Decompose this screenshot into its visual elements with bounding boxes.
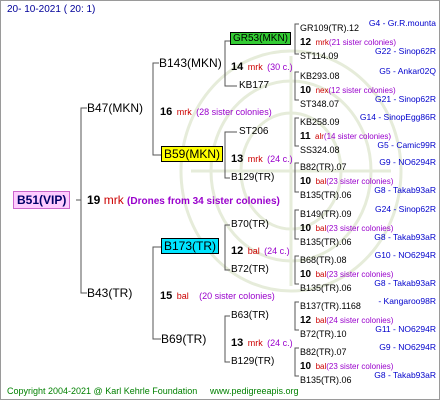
gen4-queen-name: B135(TR).06	[300, 375, 352, 385]
gen3-queen-5[interactable]: B70(TR)	[231, 220, 269, 230]
gen2-queen-2[interactable]: B59(MKN)	[161, 146, 224, 162]
gen4-queen[interactable]: SS324.08 G5 - Camic99R	[300, 141, 438, 157]
gen4-queen[interactable]: B72(TR).10 G11 - NO6294R	[300, 325, 438, 341]
gen4-queen-name: GR109(TR).12	[300, 23, 360, 33]
gen4-queen-origin: G8 - Takab93aR	[374, 370, 436, 380]
gen4-queen-name: B135(TR).06	[300, 190, 352, 200]
gen4-queen-origin: G4 - Gr.R.mounta	[368, 18, 436, 28]
gen3-queen-8[interactable]: B129(TR)	[231, 357, 274, 367]
gen1-drone-info-2: 15 bal (20 sister colonies)	[160, 290, 275, 302]
root-queen-name: B51(VIP)	[13, 191, 71, 209]
drone-breed: bal	[315, 224, 327, 233]
gen3-queen-6[interactable]: B72(TR)	[231, 265, 269, 275]
gen4-queen-name: KB293.08	[300, 71, 340, 81]
gen4-queen-name: B135(TR).06	[300, 283, 352, 293]
gen3-queen-1[interactable]: GR53(MKN)	[230, 32, 292, 45]
gen4-queen-origin: G9 - NO6294R	[379, 157, 436, 167]
gen4-queen-origin: G10 - NO6294R	[374, 250, 436, 260]
gen4-queen-origin: G5 - Ankar02Q	[379, 66, 436, 76]
gen3-queen-3[interactable]: ST206	[239, 127, 268, 137]
gen2-drone-info-2: 13 mrk (24 c.)	[231, 153, 293, 165]
gen4-queen-origin: G22 - Sinop62R	[375, 46, 436, 56]
gen4-queen-name: ST114.09	[300, 51, 339, 61]
gen4-queen-origin: G21 - Sinop62R	[375, 94, 436, 104]
gen4-queen[interactable]: B135(TR).06 G8 - Takab93aR	[300, 186, 438, 202]
drone-breed: alr	[315, 132, 324, 141]
gen2-drone-info-4: 13 mrk (24 c.)	[231, 337, 293, 349]
gen4-queen-name: B149(TR).09	[300, 209, 352, 219]
gen4-queen-origin: G11 - NO6294R	[375, 324, 436, 334]
gen2-queen-1[interactable]: B143(MKN)	[159, 57, 222, 69]
gen2-queen-3[interactable]: B173(TR)	[161, 238, 220, 254]
gen3-queen-2[interactable]: KB177	[239, 81, 269, 91]
gen4-queen-origin: G8 - Takab93aR	[374, 232, 436, 242]
gen4-queen-name: ST348.07	[300, 99, 340, 109]
pedigree-frame: 20- 10-2021 ( 20: 1) B51(VIP) 19 mrk (Dr…	[0, 0, 440, 400]
gen4-queen-origin: G8 - Takab93aR	[374, 278, 436, 288]
gen1-queen-1[interactable]: B47(MKN)	[87, 102, 143, 114]
gen2-queen-4[interactable]: B69(TR)	[161, 333, 206, 345]
gen4-queen-name: B135(TR).06	[300, 237, 352, 247]
drone-breed: mrk	[315, 38, 329, 47]
gen4-queen-origin: G14 - SinopEgg86R	[359, 112, 436, 122]
gen4-queen[interactable]: ST114.09 G22 - Sinop62R	[300, 47, 438, 63]
drone-breed: bal	[315, 362, 327, 371]
gen2-drone-info-3: 12 bal (24 c.)	[231, 245, 290, 257]
drone-breed: bal	[315, 316, 327, 325]
root-queen[interactable]: B51(VIP)	[13, 191, 71, 209]
root-drone-info: 19 mrk (Drones from 34 sister colonies)	[87, 193, 280, 207]
gen4-queen-origin: - Kangaroo98R	[378, 296, 436, 306]
gen3-queen-4[interactable]: B129(TR)	[231, 173, 274, 183]
gen4-queen-name: B137(TR).1168	[300, 301, 361, 311]
report-date: 20- 10-2021 ( 20: 1)	[7, 4, 96, 15]
gen4-queen[interactable]: B135(TR).06 G8 - Takab93aR	[300, 233, 438, 249]
gen4-queen[interactable]: B135(TR).06 G8 - Takab93aR	[300, 279, 438, 295]
gen4-queen-name: B82(TR).07	[300, 347, 347, 357]
drone-breed: nex	[315, 86, 329, 95]
gen4-queen[interactable]: B135(TR).06 G8 - Takab93aR	[300, 371, 438, 387]
gen4-queen[interactable]: ST348.07 G21 - Sinop62R	[300, 95, 438, 111]
footer-site-link[interactable]: www.pedigreeapis.org	[210, 387, 299, 396]
gen4-queen-origin: G24 - Sinop62R	[375, 204, 436, 214]
gen4-queen-origin: G8 - Takab93aR	[374, 185, 436, 195]
gen4-queen-name: B68(TR).08	[300, 255, 347, 265]
gen4-queen-name: SS324.08	[300, 145, 340, 155]
gen3-queen-7[interactable]: B63(TR)	[231, 311, 269, 321]
gen4-queen-name: KB258.09	[300, 117, 340, 127]
gen4-queen-name: B72(TR).10	[300, 329, 347, 339]
drone-breed: bal	[315, 270, 327, 279]
footer-copyright: Copyright 2004-2021 @ Karl Kehrle Founda…	[7, 386, 198, 396]
gen4-queen-origin: G5 - Camic99R	[377, 140, 436, 150]
drone-breed: bal	[315, 177, 327, 186]
gen1-queen-2[interactable]: B43(TR)	[87, 287, 132, 299]
gen4-queen-origin: G9 - NO6294R	[379, 342, 436, 352]
gen4-queen-name: B82(TR).07	[300, 162, 347, 172]
gen2-drone-info-1: 14 mrk (30 c.)	[231, 61, 293, 73]
gen1-drone-info-1: 16 mrk (28 sister colonies)	[160, 106, 272, 118]
